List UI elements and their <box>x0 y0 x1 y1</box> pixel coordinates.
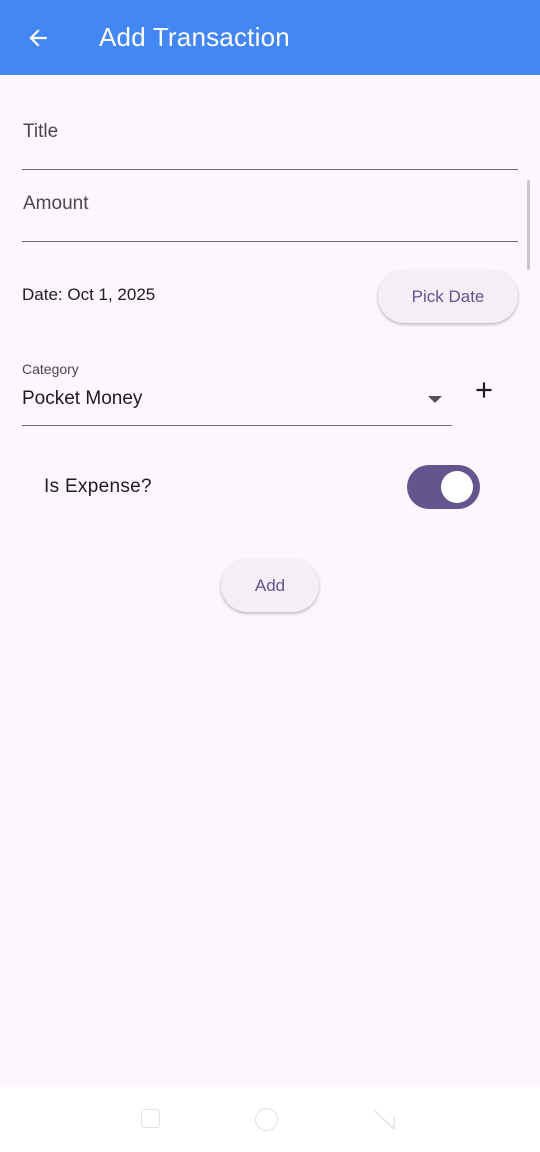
scrollbar[interactable] <box>527 180 530 270</box>
add-category-button[interactable] <box>466 372 502 408</box>
is-expense-label: Is Expense? <box>44 476 152 497</box>
category-dropdown[interactable]: Category Pocket Money <box>22 352 452 426</box>
category-value: Pocket Money <box>22 388 143 409</box>
amount-field[interactable]: Amount <box>22 169 518 242</box>
page-title: Add Transaction <box>99 22 290 52</box>
square-icon[interactable] <box>141 1109 160 1128</box>
back-button[interactable] <box>14 14 62 62</box>
arrow-left-icon <box>29 29 47 47</box>
selected-date-text: Date: Oct 1, 2025 <box>22 285 156 304</box>
switch-knob <box>441 471 473 503</box>
app-bar: Add Transaction <box>0 0 540 75</box>
amount-field-label: Amount <box>23 193 89 214</box>
category-label: Category <box>22 361 79 377</box>
caret-down-icon <box>428 396 442 403</box>
title-field[interactable]: Title <box>22 97 518 170</box>
system-nav-bar <box>0 1087 540 1152</box>
circle-icon[interactable] <box>255 1108 278 1131</box>
add-button[interactable]: Add <box>221 559 319 612</box>
title-field-label: Title <box>23 121 59 142</box>
back-triangle-icon[interactable] <box>372 1109 398 1131</box>
pick-date-button[interactable]: Pick Date <box>378 270 518 323</box>
plus-icon <box>476 382 492 398</box>
is-expense-switch[interactable] <box>407 465 480 509</box>
